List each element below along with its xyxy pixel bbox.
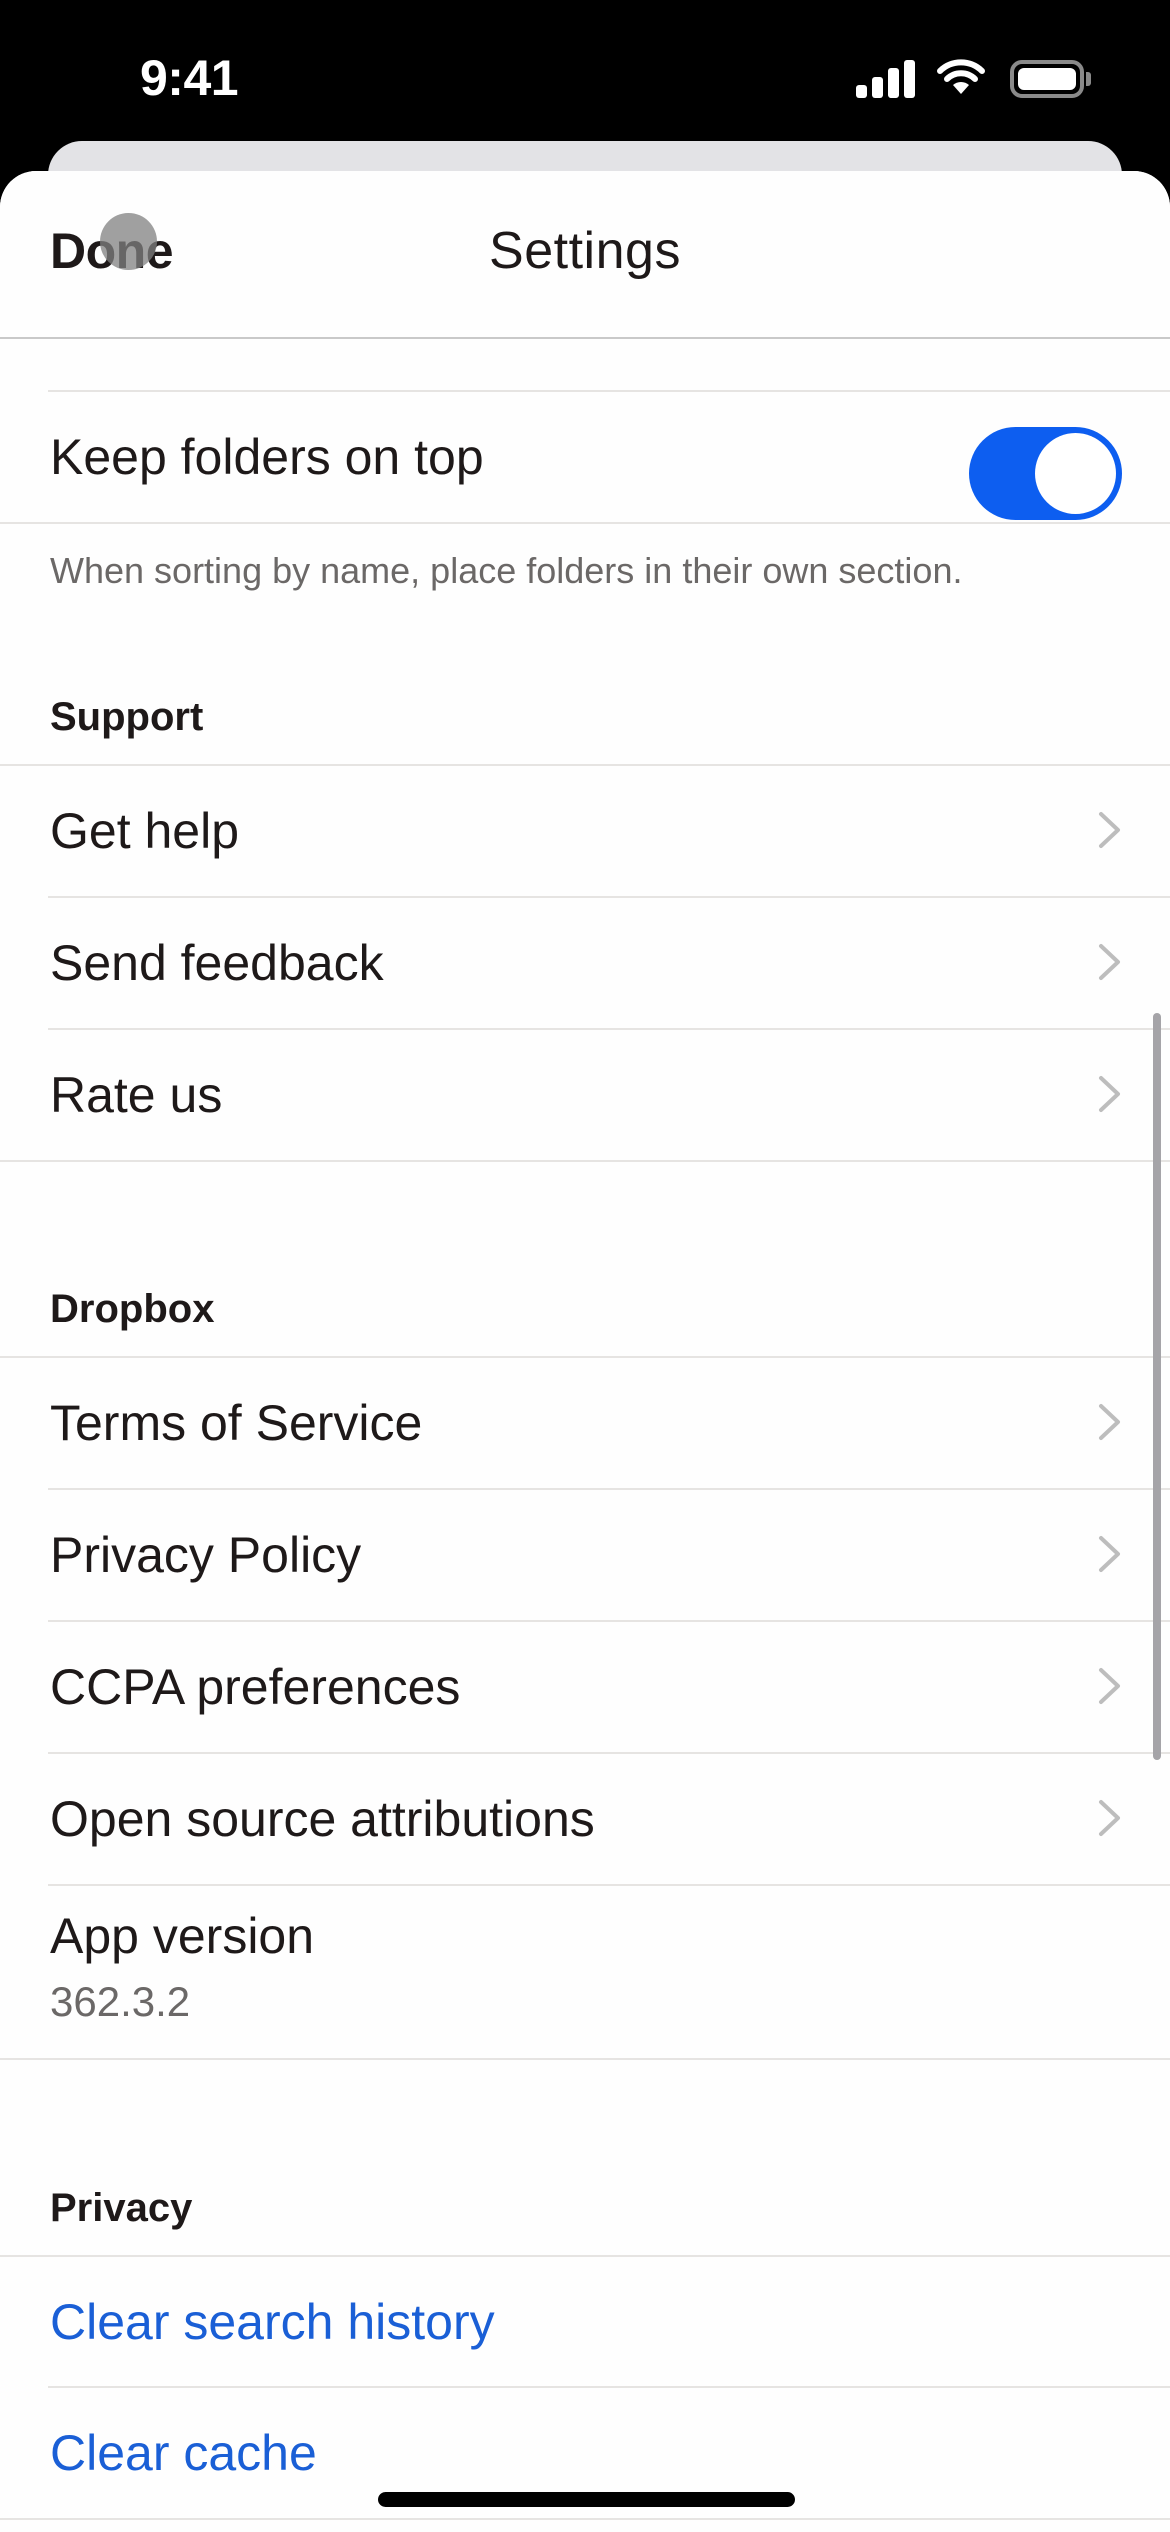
clear-search-history-button[interactable]: Clear search history (50, 2293, 495, 2351)
chevron-right-icon (1099, 944, 1120, 980)
row-label: Keep folders on top (50, 429, 484, 485)
separator (0, 522, 1170, 524)
row-label: Privacy Policy (50, 1527, 362, 1583)
chevron-right-icon (1099, 1668, 1120, 1704)
chevron-right-icon (1099, 1404, 1120, 1440)
settings-row-ccpa-preferences[interactable]: CCPA preferences (0, 1621, 1170, 1753)
home-indicator[interactable] (378, 2492, 795, 2507)
status-time: 9:41 (140, 50, 239, 106)
section-header-dropbox: Dropbox (50, 1287, 215, 1331)
settings-row-open-source-attributions[interactable]: Open source attributions (0, 1753, 1170, 1885)
chevron-right-icon (1099, 1536, 1120, 1572)
keep-folders-toggle[interactable] (969, 427, 1122, 520)
row-label: Rate us (50, 1067, 223, 1123)
separator (0, 1160, 1170, 1162)
separator (0, 2058, 1170, 2060)
row-label: Send feedback (50, 935, 384, 991)
cellular-signal-icon (856, 58, 916, 98)
row-label: CCPA preferences (50, 1659, 461, 1715)
wifi-icon (937, 59, 985, 94)
battery-icon (1010, 60, 1084, 98)
app-version-value: 362.3.2 (50, 1978, 191, 2025)
settings-row-privacy-policy[interactable]: Privacy Policy (0, 1489, 1170, 1621)
separator (0, 2518, 1170, 2520)
clear-cache-button[interactable]: Clear cache (50, 2424, 317, 2482)
status-icons (850, 56, 1100, 100)
settings-row-get-help[interactable]: Get help (0, 765, 1170, 897)
chevron-right-icon (1099, 1800, 1120, 1836)
settings-row-send-feedback[interactable]: Send feedback (0, 897, 1170, 1029)
section-header-privacy: Privacy (50, 2186, 193, 2230)
touch-indicator (100, 213, 157, 270)
app-version-label: App version (50, 1908, 315, 1964)
settings-row-app-version: App version 362.3.2 (0, 1885, 1170, 2058)
settings-list[interactable]: Native Files app integration Keep folder… (0, 171, 1170, 2532)
settings-row-terms-of-service[interactable]: Terms of Service (0, 1357, 1170, 1489)
keep-folders-footer: When sorting by name, place folders in t… (50, 550, 963, 591)
page-title: Settings (489, 222, 681, 280)
row-label: Open source attributions (50, 1791, 595, 1847)
section-header-support: Support (50, 695, 204, 739)
settings-sheet: Done Settings Native Files app integrati… (0, 171, 1170, 2532)
chevron-right-icon (1099, 812, 1120, 848)
vertical-scrollbar[interactable] (1153, 1013, 1161, 1760)
navigation-bar: Done Settings (0, 171, 1170, 339)
row-label: Terms of Service (50, 1395, 423, 1451)
chevron-right-icon (1099, 1076, 1120, 1112)
settings-row-rate-us[interactable]: Rate us (0, 1029, 1170, 1161)
settings-row-keep-folders-on-top: Keep folders on top (0, 391, 1170, 523)
battery-cap (1086, 72, 1091, 86)
row-label: Get help (50, 803, 240, 859)
settings-row-clear-search-history[interactable]: Clear search history (0, 2256, 1170, 2388)
toggle-knob (1035, 433, 1116, 514)
